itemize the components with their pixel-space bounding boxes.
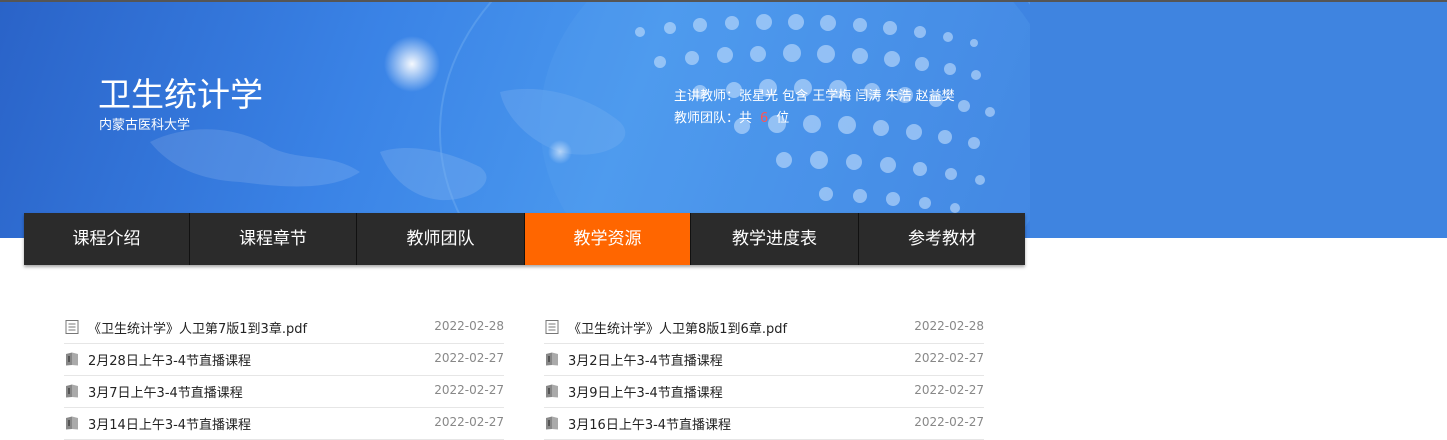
resource-date: 2022-02-27 xyxy=(914,383,984,397)
main-nav: 课程介绍 课程章节 教师团队 教学资源 教学进度表 参考教材 xyxy=(24,213,1025,265)
book-icon xyxy=(546,384,558,398)
resource-row: 《卫生统计学》人卫第7版1到3章.pdf 2022-02-28 xyxy=(64,312,504,344)
lead-teachers-names: 张星光 包含 王学梅 闫涛 朱浩 赵益樊 xyxy=(739,89,955,104)
book-icon xyxy=(546,352,558,366)
resource-date: 2022-02-27 xyxy=(434,415,504,429)
resource-date: 2022-02-27 xyxy=(914,415,984,429)
course-banner: 卫生统计学 内蒙古医科大学 主讲教师：张星光 包含 王学梅 闫涛 朱浩 赵益樊 … xyxy=(0,2,1447,238)
team-count-line: 教师团队：共 6 位 xyxy=(674,108,955,130)
resource-link[interactable]: 3月16日上午3-4节直播课程 xyxy=(568,414,731,433)
resource-list-right: 《卫生统计学》人卫第8版1到6章.pdf 2022-02-28 3月2日上午3-… xyxy=(544,312,984,440)
resource-row: 3月9日上午3-4节直播课程 2022-02-27 xyxy=(544,376,984,408)
resource-link[interactable]: 3月2日上午3-4节直播课程 xyxy=(568,350,723,369)
lead-teachers-label: 主讲教师： xyxy=(674,89,740,104)
team-unit: 位 xyxy=(776,111,790,126)
nav-tab-schedule[interactable]: 教学进度表 xyxy=(691,213,859,265)
resource-date: 2022-02-27 xyxy=(434,383,504,397)
lead-teachers-line: 主讲教师：张星光 包含 王学梅 闫涛 朱浩 赵益樊 xyxy=(674,86,955,108)
team-label: 教师团队：共 xyxy=(674,111,753,126)
resource-row: 3月7日上午3-4节直播课程 2022-02-27 xyxy=(64,376,504,408)
resource-row: 3月2日上午3-4节直播课程 2022-02-27 xyxy=(544,344,984,376)
team-count: 6 xyxy=(760,111,769,126)
book-icon xyxy=(66,384,78,398)
nav-tab-textbooks[interactable]: 参考教材 xyxy=(859,213,1025,265)
nav-tab-teachers[interactable]: 教师团队 xyxy=(357,213,525,265)
nav-tab-chapters[interactable]: 课程章节 xyxy=(190,213,357,265)
nav-tab-course-intro[interactable]: 课程介绍 xyxy=(24,213,190,265)
resource-row: 3月14日上午3-4节直播课程 2022-02-27 xyxy=(64,408,504,440)
resource-date: 2022-02-28 xyxy=(434,319,504,333)
resource-link[interactable]: 《卫生统计学》人卫第7版1到3章.pdf xyxy=(88,318,307,337)
nav-tab-resources[interactable]: 教学资源 xyxy=(525,213,691,265)
resource-link[interactable]: 《卫生统计学》人卫第8版1到6章.pdf xyxy=(568,318,787,337)
teacher-info: 主讲教师：张星光 包含 王学梅 闫涛 朱浩 赵益樊 教师团队：共 6 位 xyxy=(674,86,955,130)
resource-link[interactable]: 2月28日上午3-4节直播课程 xyxy=(88,350,251,369)
document-icon xyxy=(65,320,79,334)
resource-date: 2022-02-27 xyxy=(434,351,504,365)
course-title: 卫生统计学 xyxy=(98,75,263,114)
resource-link[interactable]: 3月9日上午3-4节直播课程 xyxy=(568,382,723,401)
resource-list-left: 《卫生统计学》人卫第7版1到3章.pdf 2022-02-28 2月28日上午3… xyxy=(64,312,504,440)
resource-row: 《卫生统计学》人卫第8版1到6章.pdf 2022-02-28 xyxy=(544,312,984,344)
resource-date: 2022-02-27 xyxy=(914,351,984,365)
school-name: 内蒙古医科大学 xyxy=(99,118,191,133)
resource-row: 2月28日上午3-4节直播课程 2022-02-27 xyxy=(64,344,504,376)
resource-link[interactable]: 3月7日上午3-4节直播课程 xyxy=(88,382,243,401)
book-icon xyxy=(66,352,78,366)
resource-date: 2022-02-28 xyxy=(914,319,984,333)
document-icon xyxy=(545,320,559,334)
resource-row: 3月16日上午3-4节直播课程 2022-02-27 xyxy=(544,408,984,440)
resource-link[interactable]: 3月14日上午3-4节直播课程 xyxy=(88,414,251,433)
